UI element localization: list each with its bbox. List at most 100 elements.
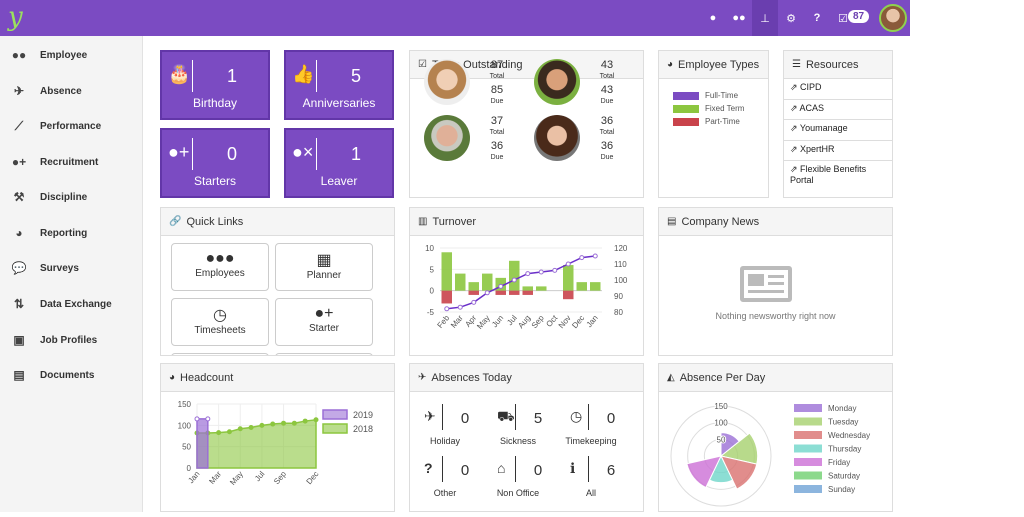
task-person[interactable]: 43 Total 43 Due [520, 59, 630, 111]
quick-link-planner[interactable]: ▦ Planner [275, 243, 373, 291]
sidebar-item-label: Surveys [40, 262, 79, 274]
absence-timekeeping[interactable]: ◷ 0 Timekeeping [556, 400, 626, 446]
tile-value: 1 [226, 66, 237, 86]
task-person[interactable]: 36 Total 36 Due [520, 115, 630, 167]
legend-label: Wednesday [828, 431, 870, 440]
sidebar-item-employee[interactable]: ●● Employee [0, 40, 143, 70]
resource-link-youmanage[interactable]: ⇗ Youmanage [784, 120, 892, 141]
legend-swatch [794, 431, 822, 439]
y2-tick-label: 80 [614, 308, 623, 317]
legend-label: Saturday [828, 472, 860, 481]
legend-label: Sunday [828, 485, 855, 494]
task-count-badge[interactable]: 87 [848, 10, 870, 23]
absence-sickness[interactable]: ⛟ 5 Sickness [483, 400, 553, 446]
legend-full-time[interactable]: Full-Time [673, 91, 768, 100]
home-icon: ⌂ [497, 460, 506, 476]
legend-swatch [794, 404, 822, 412]
headcount-point [226, 429, 232, 435]
sidebar-item-reporting[interactable]: ◕ Reporting [0, 218, 143, 248]
legend-label: Monday [828, 404, 856, 413]
resource-link-flexible-benefits[interactable]: ⇗ Flexible Benefits Portal [784, 161, 892, 191]
headcount-point [302, 418, 308, 424]
legend-fixed-term[interactable]: Fixed Term [673, 104, 768, 113]
tile-anniversaries[interactable]: 👍 5 Anniversaries [284, 50, 394, 120]
sidebar: ●● Employee ✈ Absence ⟋ Performance ●+ Recru… [0, 36, 143, 512]
turnover-point [471, 299, 477, 305]
turnover-point [552, 267, 558, 273]
users-icon[interactable]: ●● [726, 0, 752, 36]
turnover-bar [563, 265, 574, 291]
y2-tick-label: 110 [614, 260, 627, 269]
quick-link-employees[interactable]: ●●● Employees [171, 243, 269, 291]
y-tick-label: 10 [425, 244, 434, 253]
sidebar-item-label: Performance [40, 120, 102, 132]
resource-link-cipd[interactable]: ⇗ CIPD [784, 79, 892, 100]
avatar[interactable] [879, 4, 907, 32]
ambulance-icon: ⛟ [497, 408, 515, 424]
r-tick-label: 150 [714, 402, 728, 411]
question-icon: ? [424, 460, 433, 476]
headcount-point [281, 420, 287, 426]
sidebar-item-surveys[interactable]: 💬 Surveys [0, 253, 143, 283]
line-chart-icon: ⟋ [14, 118, 24, 133]
turnover-bar [482, 273, 493, 291]
absence-all[interactable]: ℹ 6 All [556, 452, 626, 498]
turnover-bar [536, 286, 547, 291]
org-chart-icon[interactable]: ⊥ [752, 0, 778, 36]
headcount-chart: 050100150Jan Mar May Jul Sep Dec20192018 [178, 400, 373, 487]
logo[interactable]: y [8, 2, 23, 32]
briefcase-icon: ▣ [13, 333, 25, 347]
gear-icon[interactable]: ⚙ [778, 0, 804, 36]
area-chart-icon: ◭ [667, 372, 675, 383]
tile-label: Birthday [192, 96, 238, 110]
absence-holiday[interactable]: ✈ 0 Holiday [410, 400, 480, 446]
turnover-point [444, 306, 450, 312]
sidebar-item-job-profiles[interactable]: ▣ Job Profiles [0, 325, 143, 355]
sidebar-item-data-exchange[interactable]: ⇅ Data Exchange [0, 289, 143, 319]
person-photo [534, 59, 580, 105]
panel-title: Resources [805, 58, 859, 71]
thumbs-up-icon: 👍 [292, 64, 315, 84]
sidebar-item-label: Absence [40, 85, 82, 97]
sidebar-item-absence[interactable]: ✈ Absence [0, 76, 143, 106]
link-icon: 🔗 [169, 216, 182, 227]
tile-label: Leaver [320, 174, 358, 188]
tile-birthday[interactable]: 🎂 1 Birthday [160, 50, 270, 120]
task-person[interactable]: 87 Total 85 Due [410, 59, 520, 111]
legend-part-time[interactable]: Part-Time [673, 117, 768, 126]
quick-link-timesheets[interactable]: ◷ Timesheets [171, 298, 269, 346]
turnover-point [484, 290, 490, 296]
list-icon: ☰ [792, 59, 801, 70]
quick-link-starter[interactable]: ●+ Starter [275, 298, 373, 346]
sidebar-item-performance[interactable]: ⟋ Performance [0, 111, 143, 141]
sidebar-item-recruitment[interactable]: ●+ Recruitment [0, 147, 143, 177]
help-icon[interactable]: ? [804, 0, 830, 36]
absence-other[interactable]: ? 0 Other [410, 452, 480, 498]
turnover-bar [522, 286, 533, 291]
x-tick-label: May [475, 314, 492, 331]
turnover-bar [576, 282, 587, 291]
headcount-point [313, 417, 319, 423]
resource-link-xperthr[interactable]: ⇗ XpertHR [784, 141, 892, 161]
absence-non-office[interactable]: ⌂ 0 Non Office [483, 452, 553, 498]
legend-label: Friday [828, 458, 850, 467]
tile-starters[interactable]: ●+ 0 Starters [160, 128, 270, 198]
r-tick-label: 100 [714, 419, 728, 428]
tile-leaver[interactable]: ●× 1 Leaver [284, 128, 394, 198]
sidebar-item-label: Data Exchange [40, 298, 112, 310]
y2-tick-label: 90 [614, 292, 623, 301]
task-person[interactable]: 37 Total 36 Due [410, 115, 520, 167]
y2-tick-label: 120 [614, 244, 628, 253]
panel-title: Quick Links [186, 215, 244, 228]
sidebar-item-discipline[interactable]: ⚒ Discipline [0, 182, 143, 212]
headcount-panel: ◕ Headcount 0 50 100 150 Jan Mar May Jul Sep Dec 20… [160, 363, 395, 512]
plane-icon: ✈ [13, 84, 25, 98]
person-photo [424, 59, 470, 105]
user-icon[interactable]: ● [700, 0, 726, 36]
sidebar-item-label: Discipline [40, 191, 88, 203]
panel-title: Company News [681, 215, 760, 228]
tile-label: Anniversaries [302, 96, 376, 110]
resource-link-acas[interactable]: ⇗ ACAS [784, 100, 892, 120]
sidebar-item-documents[interactable]: ▤ Documents [0, 360, 143, 390]
sidebar-item-label: Employee [40, 49, 88, 61]
